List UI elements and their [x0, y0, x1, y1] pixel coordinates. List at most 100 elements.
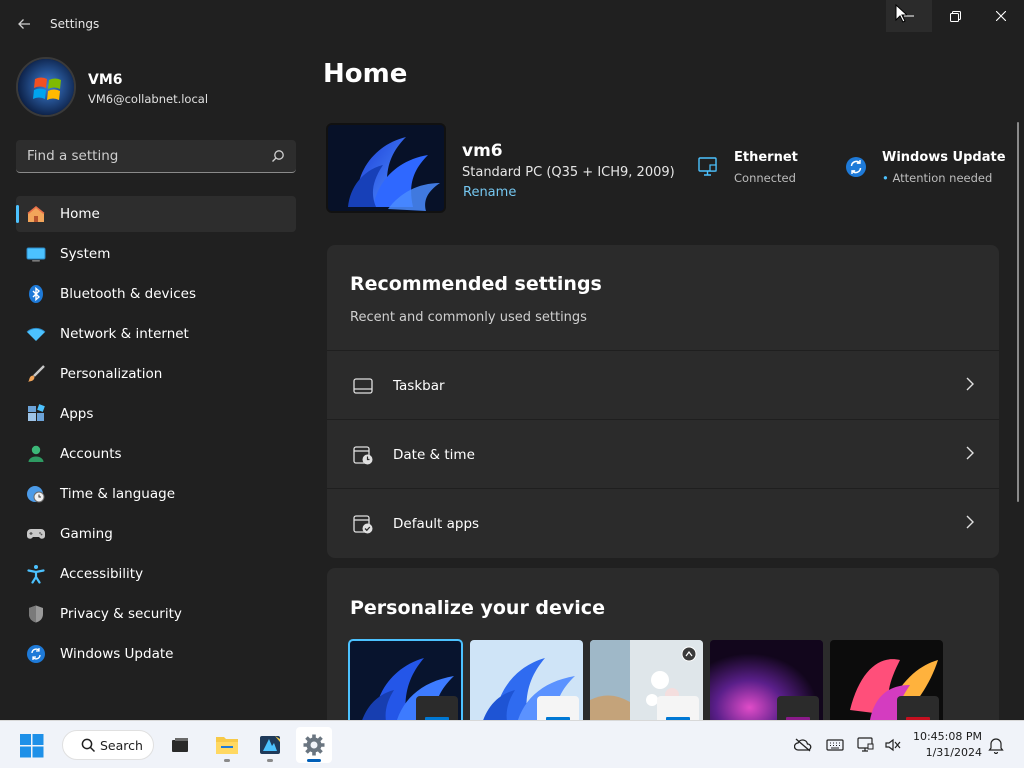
- file-explorer-button[interactable]: [209, 727, 245, 763]
- taskbar: Search 10:45:08 PM 1/31/2024: [0, 720, 1024, 768]
- ethernet-title: Ethernet: [734, 150, 798, 165]
- brush-icon: [26, 364, 46, 384]
- recommended-title: Recommended settings: [350, 273, 602, 295]
- sidebar-item-accounts[interactable]: Accounts: [16, 436, 296, 472]
- back-arrow-icon: [18, 19, 30, 29]
- task-view-button[interactable]: [162, 727, 198, 763]
- restore-icon: [949, 10, 961, 22]
- scrollbar[interactable]: [1017, 122, 1019, 502]
- personalize-card: Personalize your device: [327, 568, 999, 731]
- theme-thumbnail-light-bloom[interactable]: [470, 640, 583, 730]
- network-icon[interactable]: [857, 737, 875, 753]
- sidebar-item-network[interactable]: Network & internet: [16, 316, 296, 352]
- recommended-item-taskbar[interactable]: Taskbar: [327, 351, 999, 420]
- sidebar-item-label: Apps: [60, 406, 94, 422]
- update-icon: [846, 157, 866, 177]
- sidebar-item-label: Home: [60, 206, 100, 222]
- sidebar-item-time-language[interactable]: Time & language: [16, 476, 296, 512]
- search-icon: [81, 738, 96, 753]
- theme-thumbnail-captured-motion[interactable]: [830, 640, 943, 730]
- sidebar-item-label: Time & language: [60, 486, 176, 502]
- sidebar-item-accessibility[interactable]: Accessibility: [16, 556, 296, 592]
- windows-logo-avatar-icon: [18, 59, 74, 115]
- apps-icon: [26, 404, 46, 424]
- close-button[interactable]: [978, 0, 1024, 32]
- bloom-wallpaper-icon: [328, 125, 444, 211]
- user-name: VM6: [88, 72, 123, 88]
- update-icon: [26, 644, 46, 664]
- app-title: Settings: [50, 17, 100, 31]
- sidebar-item-label: Windows Update: [60, 646, 174, 662]
- start-button[interactable]: [20, 734, 44, 762]
- taskbar-icon: [353, 378, 373, 394]
- chevron-right-icon: [966, 515, 974, 529]
- sidebar-item-label: Network & internet: [60, 326, 189, 342]
- taskbar-clock[interactable]: 10:45:08 PM 1/31/2024: [900, 729, 982, 761]
- ethernet-monitor-icon: [698, 157, 717, 176]
- recommended-item-date-time[interactable]: Date & time: [327, 420, 999, 489]
- recommended-item-label: Taskbar: [393, 378, 445, 394]
- sidebar-item-apps[interactable]: Apps: [16, 396, 296, 432]
- gear-icon: [303, 734, 325, 756]
- sidebar-item-label: Accounts: [60, 446, 122, 462]
- spotlight-badge-icon: [681, 646, 697, 662]
- recommended-item-label: Default apps: [393, 516, 480, 532]
- media-app-button[interactable]: [252, 727, 288, 763]
- maximize-button[interactable]: [932, 0, 978, 32]
- sidebar-item-system[interactable]: System: [16, 236, 296, 272]
- minimize-button[interactable]: [886, 0, 932, 32]
- back-button[interactable]: [10, 10, 38, 38]
- onedrive-offline-icon[interactable]: [794, 737, 812, 753]
- settings-taskbar-button[interactable]: [296, 727, 332, 763]
- rename-link[interactable]: Rename: [463, 185, 516, 200]
- sidebar-item-personalization[interactable]: Personalization: [16, 356, 296, 392]
- notification-bell-icon[interactable]: [988, 736, 1004, 754]
- sidebar-item-windows-update[interactable]: Windows Update: [16, 636, 296, 672]
- theme-thumbnail-glow[interactable]: [710, 640, 823, 730]
- sidebar-item-gaming[interactable]: Gaming: [16, 516, 296, 552]
- sidebar-item-bluetooth[interactable]: Bluetooth & devices: [16, 276, 296, 312]
- mouse-cursor-icon: [895, 4, 907, 23]
- sidebar-item-label: Gaming: [60, 526, 113, 542]
- theme-thumbnail-dark-bloom[interactable]: [348, 639, 463, 731]
- active-app-indicator: [307, 759, 321, 762]
- close-icon: [996, 11, 1006, 21]
- sidebar-item-label: System: [60, 246, 111, 262]
- clock-globe-icon: [26, 484, 46, 504]
- windows-update-subtitle-text: Attention needed: [892, 171, 993, 185]
- recommended-subtitle: Recent and commonly used settings: [350, 310, 587, 325]
- search-icon: [272, 150, 284, 162]
- bluetooth-icon: [26, 284, 46, 304]
- system-icon: [26, 244, 46, 264]
- task-view-icon: [172, 738, 188, 752]
- gamepad-icon: [26, 524, 46, 544]
- device-name: vm6: [462, 141, 503, 161]
- sidebar-item-privacy[interactable]: Privacy & security: [16, 596, 296, 632]
- shield-icon: [26, 604, 46, 624]
- sidebar-item-label: Personalization: [60, 366, 163, 382]
- find-setting-search[interactable]: Find a setting: [16, 140, 296, 173]
- chevron-right-icon: [966, 446, 974, 460]
- recommended-item-default-apps[interactable]: Default apps: [327, 489, 999, 558]
- running-indicator: [224, 759, 230, 762]
- person-icon: [26, 444, 46, 464]
- clock-date: 1/31/2024: [925, 746, 982, 759]
- device-wallpaper-thumbnail: [326, 123, 446, 213]
- sidebar-nav: Home System Bluetooth & devices Network …: [16, 196, 296, 676]
- windows-update-subtitle: • Attention needed: [882, 171, 992, 185]
- device-model: Standard PC (Q35 + ICH9, 2009): [462, 165, 675, 180]
- clock-time: 10:45:08 PM: [912, 730, 982, 743]
- theme-thumbnail-spotlight[interactable]: [590, 640, 703, 730]
- chevron-right-icon: [966, 377, 974, 391]
- sidebar-item-home[interactable]: Home: [16, 196, 296, 232]
- windows-update-title: Windows Update: [882, 150, 1006, 165]
- sidebar-item-label: Bluetooth & devices: [60, 286, 197, 302]
- taskbar-search[interactable]: Search: [62, 730, 154, 760]
- user-email: VM6@collabnet.local: [88, 92, 209, 106]
- sidebar-item-label: Accessibility: [60, 566, 144, 582]
- recommended-header: Recommended settings Recent and commonly…: [327, 245, 999, 351]
- folder-icon: [216, 737, 238, 754]
- home-icon: [26, 204, 46, 224]
- keyboard-icon[interactable]: [826, 737, 844, 753]
- personalize-title: Personalize your device: [350, 597, 605, 619]
